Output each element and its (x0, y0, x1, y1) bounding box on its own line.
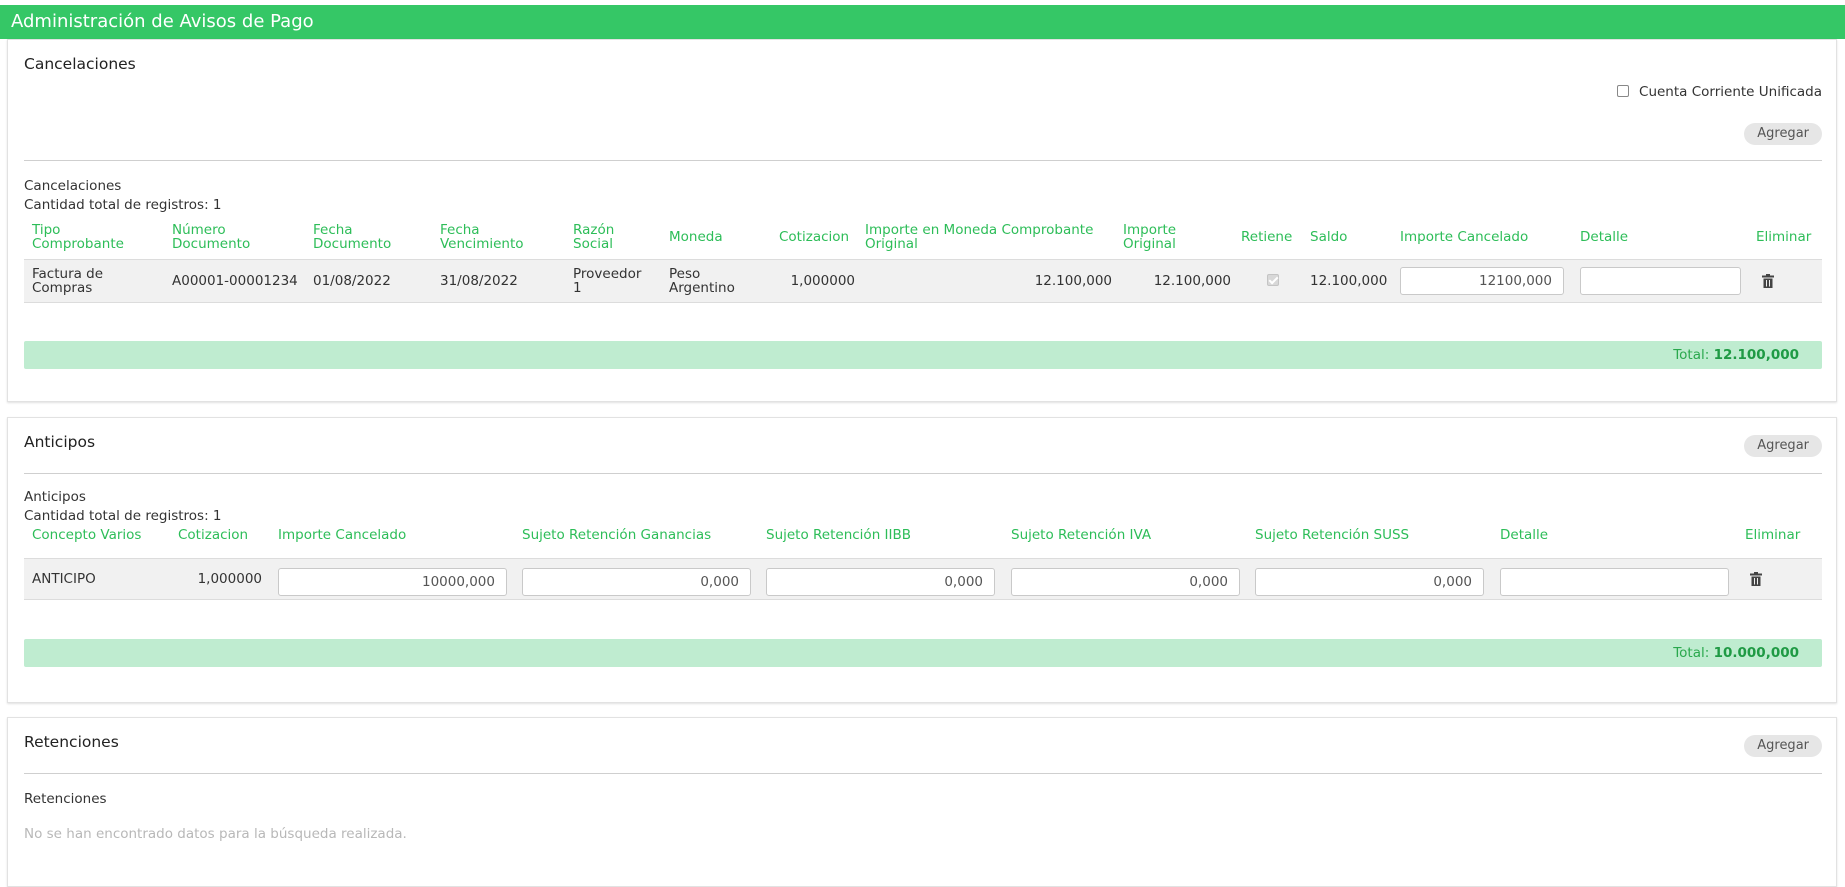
col-header-numero[interactable]: Número Documento (172, 223, 250, 251)
app-title: Administración de Avisos de Pago (11, 11, 314, 32)
retenciones-empty-message: No se han encontrado datos para la búsqu… (24, 826, 407, 842)
total-label: Total: (1673, 347, 1714, 363)
anticipos-add-button[interactable]: Agregar (1744, 435, 1822, 457)
cell-cotizacion: 1,000000 (790, 273, 855, 289)
importe-cancelado-input[interactable]: 10000,000 (278, 568, 507, 596)
total-value: 12.100,000 (1713, 347, 1799, 363)
col-header-eliminar[interactable]: Eliminar (1745, 528, 1800, 542)
col-header-importe-cancelado[interactable]: Importe Cancelado (1400, 230, 1528, 244)
col-header-ret-ganancias[interactable]: Sujeto Retención Ganancias (522, 528, 711, 542)
unified-account-label: Cuenta Corriente Unificada (1639, 84, 1822, 100)
col-header-detalle[interactable]: Detalle (1580, 230, 1628, 244)
cell-importe-original: 12.100,000 (1153, 273, 1231, 289)
cell-fecha-vencimiento: 31/08/2022 (440, 273, 518, 289)
anticipos-panel-title: Anticipos (24, 433, 96, 451)
retenciones-panel: Retenciones Agregar Retenciones No se ha… (7, 717, 1837, 887)
detalle-input[interactable] (1500, 568, 1729, 596)
cell-razon-social: Proveedor 1 (573, 266, 642, 296)
cell-numero-documento: A00001-00001234 (172, 273, 298, 289)
cancelaciones-panel-title: Cancelaciones (24, 55, 136, 73)
col-header-cotizacion[interactable]: Cotizacion (178, 528, 248, 542)
retenciones-list-title: Retenciones (24, 791, 107, 807)
ret-iibb-input[interactable]: 0,000 (766, 568, 995, 596)
retiene-checkbox (1267, 274, 1279, 286)
unified-account-checkbox[interactable] (1617, 85, 1629, 97)
trash-icon[interactable] (1750, 572, 1762, 586)
cancelaciones-add-button[interactable]: Agregar (1744, 123, 1822, 145)
cell-importe-moneda-original: 12.100,000 (1034, 273, 1112, 289)
col-header-concepto-varios[interactable]: Concepto Varios (32, 528, 141, 542)
col-header-moneda[interactable]: Moneda (669, 230, 723, 244)
ret-suss-input[interactable]: 0,000 (1255, 568, 1484, 596)
col-header-detalle[interactable]: Detalle (1500, 528, 1548, 542)
app-title-bar: Administración de Avisos de Pago (0, 5, 1845, 39)
col-header-fecha-documento[interactable]: Fecha Documento (313, 223, 391, 251)
cell-tipo-comprobante: Factura de Compras (32, 266, 104, 296)
col-header-fecha-vencimiento[interactable]: Fecha Vencimiento (440, 223, 524, 251)
col-header-importe-original[interactable]: Importe Original (1123, 223, 1176, 251)
ret-iva-input[interactable]: 0,000 (1011, 568, 1240, 596)
cell-concepto: ANTICIPO (32, 571, 96, 587)
divider (24, 160, 1822, 161)
col-header-razon-social[interactable]: Razón Social (573, 223, 614, 251)
col-header-tipo[interactable]: Tipo Comprobante (32, 223, 124, 251)
col-header-saldo[interactable]: Saldo (1310, 230, 1347, 244)
divider (24, 473, 1822, 474)
anticipos-list-title: Anticipos (24, 489, 86, 505)
cancelaciones-panel: Cancelaciones Cuenta Corriente Unificada… (7, 39, 1837, 402)
cell-moneda: Peso Argentino (669, 266, 735, 296)
total-label: Total: (1673, 645, 1714, 661)
col-header-eliminar[interactable]: Eliminar (1756, 230, 1811, 244)
importe-cancelado-input[interactable]: 12100,000 (1400, 267, 1564, 295)
ret-ganancias-input[interactable]: 0,000 (522, 568, 751, 596)
anticipos-panel: Anticipos Agregar Anticipos Cantidad tot… (7, 417, 1837, 703)
col-header-cotizacion[interactable]: Cotizacion (779, 230, 849, 244)
col-header-importe-moneda-original[interactable]: Importe en Moneda Comprobante Original (865, 223, 1093, 251)
cancelaciones-total-bar: Total: 12.100,000 (24, 341, 1822, 369)
retenciones-add-button[interactable]: Agregar (1744, 735, 1822, 757)
divider (24, 773, 1822, 774)
cell-saldo: 12.100,000 (1310, 273, 1388, 289)
cancelaciones-record-count: Cantidad total de registros: 1 (24, 197, 222, 213)
detalle-input[interactable] (1580, 267, 1741, 295)
col-header-retiene[interactable]: Retiene (1241, 230, 1292, 244)
col-header-ret-suss[interactable]: Sujeto Retención SUSS (1255, 528, 1409, 542)
cancelaciones-list-title: Cancelaciones (24, 178, 122, 194)
trash-icon[interactable] (1762, 274, 1774, 288)
col-header-ret-iibb[interactable]: Sujeto Retención IIBB (766, 528, 911, 542)
col-header-ret-iva[interactable]: Sujeto Retención IVA (1011, 528, 1151, 542)
cell-cotizacion: 1,000000 (197, 571, 262, 587)
cell-fecha-documento: 01/08/2022 (313, 273, 391, 289)
retenciones-panel-title: Retenciones (24, 733, 119, 751)
total-value: 10.000,000 (1713, 645, 1799, 661)
anticipos-record-count: Cantidad total de registros: 1 (24, 508, 222, 524)
anticipos-total-bar: Total: 10.000,000 (24, 639, 1822, 667)
col-header-importe-cancelado[interactable]: Importe Cancelado (278, 528, 406, 542)
